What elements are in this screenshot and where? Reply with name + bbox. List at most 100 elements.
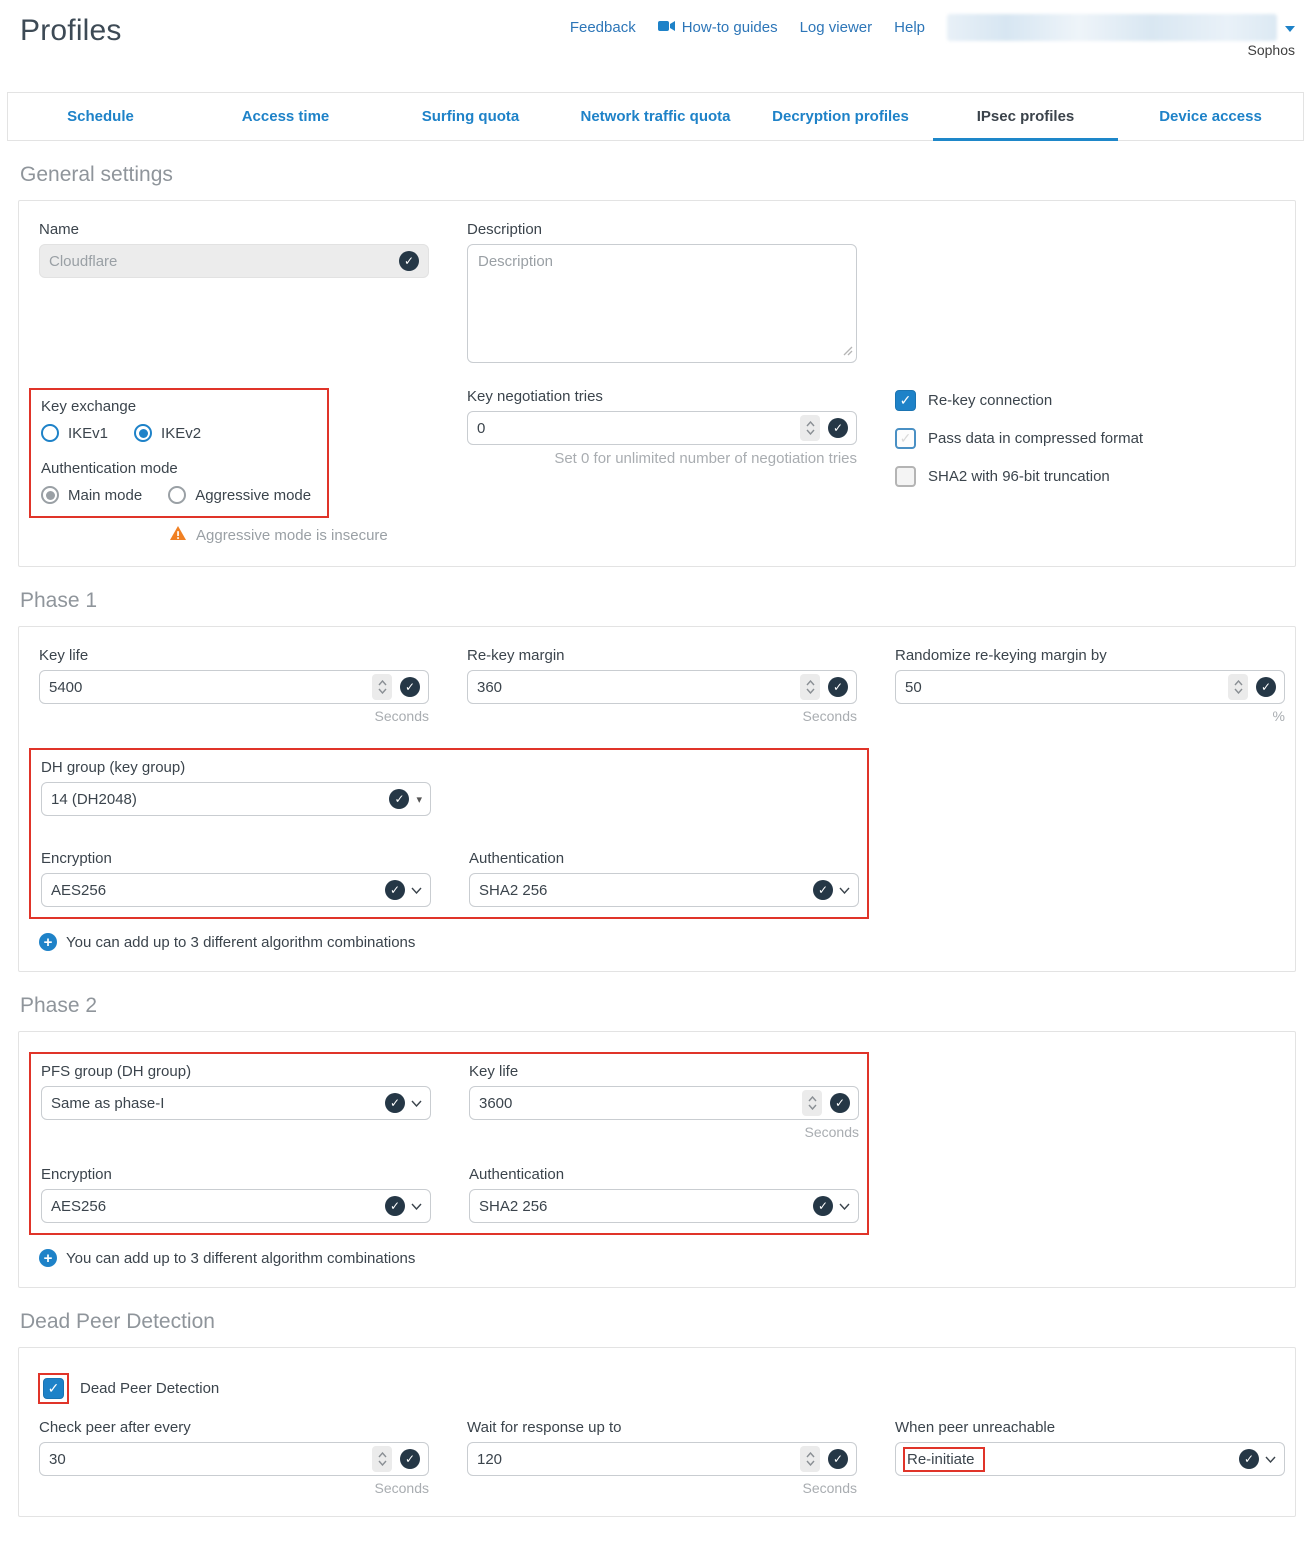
dpd-heading: Dead Peer Detection — [20, 1310, 1311, 1334]
radio-ikev1-icon — [41, 424, 59, 442]
valid-check-icon: ✓ — [813, 880, 833, 900]
chevron-down-icon — [839, 881, 850, 899]
valid-check-icon: ✓ — [1239, 1449, 1259, 1469]
stepper-control[interactable] — [802, 1090, 822, 1116]
stepper-control[interactable] — [372, 674, 392, 700]
p1-randomize-unit: % — [895, 708, 1285, 724]
p2-pfs-group-select[interactable]: Same as phase-I ✓ — [41, 1086, 431, 1120]
valid-check-icon: ✓ — [1256, 677, 1276, 697]
chevron-down-icon — [411, 1197, 422, 1215]
p1-authentication-value: SHA2 256 — [479, 882, 813, 899]
dpd-check-peer-unit: Seconds — [39, 1480, 429, 1496]
p1-dh-group-select[interactable]: 14 (DH2048) ✓ ▾ — [41, 782, 431, 816]
tab-surfing-quota[interactable]: Surfing quota — [378, 93, 563, 140]
radio-ikev2-icon — [134, 424, 152, 442]
help-link[interactable]: Help — [894, 19, 925, 36]
chevron-down-icon — [411, 881, 422, 899]
dpd-peer-unreachable-select[interactable]: Re-initiate ✓ — [895, 1442, 1285, 1476]
description-textarea[interactable] — [467, 244, 857, 363]
dpd-checkbox[interactable]: ✓ — [43, 1378, 64, 1399]
p2-authentication-label: Authentication — [469, 1166, 859, 1183]
radio-aggressive-mode[interactable]: Aggressive mode — [168, 486, 311, 504]
p2-key-life-unit: Seconds — [469, 1124, 859, 1140]
p1-randomize-input[interactable] — [905, 679, 1228, 696]
account-dropdown-caret-icon[interactable] — [1285, 19, 1295, 37]
add-plus-icon[interactable]: + — [39, 933, 57, 951]
p1-encryption-label: Encryption — [41, 850, 431, 867]
dpd-peer-unreachable-value: Re-initiate — [907, 1451, 975, 1468]
annotation-box-key-exchange: Key exchange IKEv1 IKEv2 Authentication … — [29, 388, 329, 518]
p2-key-life-input[interactable] — [479, 1095, 802, 1112]
radio-ikev1-label: IKEv1 — [68, 425, 108, 442]
radio-ikev2[interactable]: IKEv2 — [134, 424, 201, 442]
dpd-peer-unreachable-label: When peer unreachable — [895, 1419, 1285, 1436]
key-negotiation-input[interactable] — [477, 420, 800, 437]
checkbox-unchecked-icon: ✓ — [895, 428, 916, 449]
aggressive-mode-warning: Aggressive mode is insecure — [169, 525, 429, 546]
rekey-connection-checkbox[interactable]: ✓ Re-key connection — [895, 390, 1285, 411]
p2-pfs-group-value: Same as phase-I — [51, 1095, 385, 1112]
stepper-control[interactable] — [800, 674, 820, 700]
stepper-control[interactable] — [800, 1446, 820, 1472]
p2-encryption-select[interactable]: AES256 ✓ — [41, 1189, 431, 1223]
radio-main-mode[interactable]: Main mode — [41, 486, 142, 504]
radio-aggressive-mode-label: Aggressive mode — [195, 487, 311, 504]
dropdown-caret-icon: ▾ — [416, 793, 422, 806]
p1-rekey-margin-input[interactable] — [477, 679, 800, 696]
p2-authentication-select[interactable]: SHA2 256 ✓ — [469, 1189, 859, 1223]
p1-note-text: You can add up to 3 different algorithm … — [66, 934, 415, 951]
log-viewer-link[interactable]: Log viewer — [800, 19, 873, 36]
tab-decryption-profiles[interactable]: Decryption profiles — [748, 93, 933, 140]
stepper-control[interactable] — [1228, 674, 1248, 700]
p2-key-life-field: ✓ — [469, 1086, 859, 1120]
dpd-check-peer-label: Check peer after every — [39, 1419, 429, 1436]
p1-encryption-select[interactable]: AES256 ✓ — [41, 873, 431, 907]
auth-mode-label: Authentication mode — [41, 460, 317, 477]
annotation-box-phase2-algorithms: PFS group (DH group) Same as phase-I ✓ K… — [29, 1052, 869, 1235]
valid-check-icon: ✓ — [385, 1093, 405, 1113]
key-exchange-label: Key exchange — [41, 398, 317, 415]
dpd-wait-response-label: Wait for response up to — [467, 1419, 857, 1436]
name-field: ✓ — [39, 244, 429, 278]
resize-grip-icon[interactable] — [843, 343, 853, 361]
radio-ikev1[interactable]: IKEv1 — [41, 424, 108, 442]
stepper-control[interactable] — [800, 415, 820, 441]
valid-check-icon: ✓ — [400, 677, 420, 697]
header-links: Feedback How-to guides Log viewer Help — [570, 14, 1295, 41]
p1-key-life-field: ✓ — [39, 670, 429, 704]
p1-key-life-label: Key life — [39, 647, 429, 664]
tab-device-access[interactable]: Device access — [1118, 93, 1303, 140]
phase2-heading: Phase 2 — [20, 994, 1311, 1018]
p2-encryption-value: AES256 — [51, 1198, 385, 1215]
radio-main-mode-label: Main mode — [68, 487, 142, 504]
account-selector-redacted[interactable] — [947, 14, 1277, 41]
p2-add-combination-note: + You can add up to 3 different algorith… — [39, 1249, 1275, 1267]
annotation-box-phase1-algorithms: DH group (key group) 14 (DH2048) ✓ ▾ Enc… — [29, 748, 869, 919]
description-label: Description — [467, 221, 857, 238]
dpd-panel: ✓ Dead Peer Detection Check peer after e… — [18, 1347, 1296, 1517]
compressed-format-checkbox[interactable]: ✓ Pass data in compressed format — [895, 428, 1285, 449]
sha2-truncation-label: SHA2 with 96-bit truncation — [928, 468, 1110, 485]
dpd-check-peer-input[interactable] — [49, 1451, 372, 1468]
tab-network-traffic-quota[interactable]: Network traffic quota — [563, 93, 748, 140]
tab-access-time[interactable]: Access time — [193, 93, 378, 140]
checkbox-disabled-icon: ✓ — [895, 466, 916, 487]
stepper-control[interactable] — [372, 1446, 392, 1472]
p1-authentication-select[interactable]: SHA2 256 ✓ — [469, 873, 859, 907]
compressed-format-label: Pass data in compressed format — [928, 430, 1143, 447]
warning-text: Aggressive mode is insecure — [196, 527, 388, 544]
dpd-wait-response-unit: Seconds — [467, 1480, 857, 1496]
howto-guides-link[interactable]: How-to guides — [658, 19, 778, 36]
add-plus-icon[interactable]: + — [39, 1249, 57, 1267]
dpd-enable-row: ✓ Dead Peer Detection — [41, 1376, 1275, 1401]
sha2-truncation-checkbox[interactable]: ✓ SHA2 with 96-bit truncation — [895, 466, 1285, 487]
valid-check-icon: ✓ — [389, 789, 409, 809]
key-exchange-radios: IKEv1 IKEv2 — [41, 424, 317, 442]
dpd-wait-response-input[interactable] — [477, 1451, 800, 1468]
valid-check-icon: ✓ — [385, 1196, 405, 1216]
p1-key-life-input[interactable] — [49, 679, 372, 696]
tab-schedule[interactable]: Schedule — [8, 93, 193, 140]
tab-ipsec-profiles[interactable]: IPsec profiles — [933, 93, 1118, 140]
warning-triangle-icon — [169, 525, 187, 546]
feedback-link[interactable]: Feedback — [570, 19, 636, 36]
